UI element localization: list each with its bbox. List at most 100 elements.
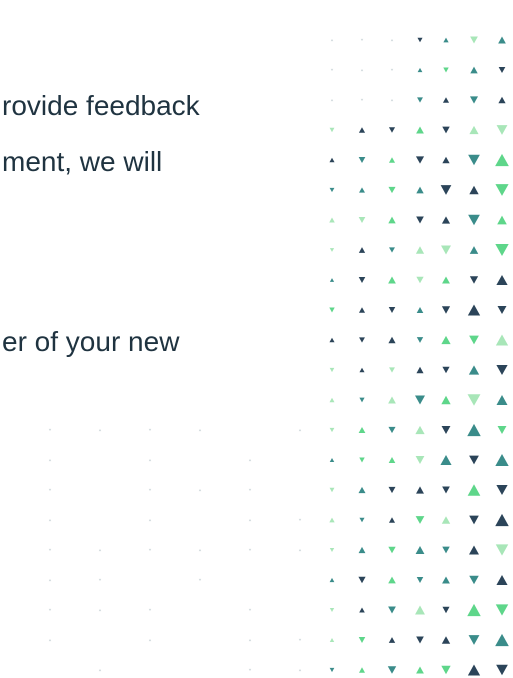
triangle-down-icon <box>417 37 423 43</box>
triangle-up-icon <box>416 486 424 494</box>
triangle-down-icon <box>441 306 451 314</box>
triangle-up-icon <box>98 428 102 432</box>
triangle-down-icon <box>358 637 366 643</box>
triangle-down-icon <box>441 426 451 434</box>
triangle-down-icon <box>358 156 366 164</box>
triangle-up-icon <box>329 337 335 343</box>
triangle-up-icon <box>469 545 479 555</box>
triangle-down-icon <box>495 544 509 556</box>
triangle-down-icon <box>440 185 452 195</box>
triangle-up-icon <box>358 486 366 494</box>
triangle-down-icon <box>358 277 366 283</box>
triangle-down-icon <box>467 394 481 406</box>
triangle-down-icon <box>48 548 52 552</box>
triangle-up-icon <box>415 546 425 554</box>
triangle-down-icon <box>441 665 451 675</box>
triangle-down-icon <box>329 307 335 313</box>
triangle-up-icon <box>48 578 52 582</box>
triangle-down-icon <box>443 67 449 73</box>
triangle-up-icon <box>469 185 479 195</box>
triangle-up-icon <box>329 457 335 463</box>
triangle-down-icon <box>388 307 396 313</box>
triangle-down-icon <box>442 366 450 374</box>
triangle-down-icon <box>468 635 480 645</box>
triangle-down-icon <box>389 247 395 253</box>
triangle-up-icon <box>48 518 52 522</box>
triangle-up-icon <box>467 603 481 617</box>
triangle-up-icon <box>329 157 335 163</box>
triangle-up-icon <box>358 307 366 313</box>
triangle-up-icon <box>467 484 481 496</box>
triangle-down-icon <box>48 428 52 432</box>
triangle-down-icon <box>469 335 479 345</box>
triangle-down-icon <box>360 98 364 102</box>
triangle-up-icon <box>148 638 152 642</box>
triangle-up-icon <box>388 216 396 224</box>
triangle-down-icon <box>415 156 425 164</box>
triangle-up-icon <box>198 488 202 492</box>
triangle-up-icon <box>498 96 506 104</box>
triangle-down-icon <box>48 488 52 492</box>
triangle-down-icon <box>198 578 202 582</box>
triangle-down-icon <box>442 606 450 614</box>
triangle-down-icon <box>442 126 450 134</box>
triangle-up-icon <box>496 274 508 286</box>
triangle-down-icon <box>359 457 365 463</box>
triangle-dot-pattern <box>48 36 509 676</box>
triangle-down-icon <box>48 608 52 612</box>
triangle-down-icon <box>388 426 396 434</box>
triangle-up-icon <box>329 517 335 523</box>
triangle-down-icon <box>148 608 152 612</box>
triangle-up-icon <box>248 638 252 642</box>
triangle-down-icon <box>148 488 152 492</box>
triangle-down-icon <box>441 245 451 255</box>
triangle-up-icon <box>298 668 302 672</box>
triangle-up-icon <box>329 278 335 282</box>
triangle-down-icon <box>329 608 335 612</box>
triangle-up-icon <box>441 335 451 345</box>
triangle-down-icon <box>98 578 102 582</box>
triangle-down-icon <box>298 638 302 642</box>
triangle-up-icon <box>360 68 364 72</box>
triangle-down-icon <box>248 548 252 552</box>
triangle-up-icon <box>496 574 508 586</box>
triangle-down-icon <box>329 548 335 552</box>
triangle-down-icon <box>416 636 424 644</box>
triangle-down-icon <box>414 395 426 405</box>
triangle-up-icon <box>467 304 481 316</box>
triangle-down-icon <box>496 484 508 496</box>
triangle-down-icon <box>329 127 335 133</box>
triangle-up-icon <box>416 186 424 194</box>
triangle-down-icon <box>359 517 365 523</box>
triangle-down-icon <box>417 97 423 103</box>
triangle-up-icon <box>495 513 509 527</box>
triangle-up-icon <box>98 608 102 612</box>
triangle-down-icon <box>469 575 479 585</box>
triangle-down-icon <box>468 154 480 166</box>
triangle-up-icon <box>470 66 478 74</box>
triangle-down-icon <box>496 664 508 676</box>
triangle-down-icon <box>387 666 397 674</box>
triangle-down-icon <box>497 425 507 435</box>
triangle-up-icon <box>443 37 449 43</box>
triangle-up-icon <box>48 638 52 642</box>
triangle-down-icon <box>248 608 252 612</box>
triangle-up-icon <box>416 126 424 134</box>
triangle-down-icon <box>329 487 335 493</box>
triangle-down-icon <box>330 68 334 72</box>
triangle-down-icon <box>469 276 479 284</box>
triangle-down-icon <box>360 38 364 42</box>
triangle-down-icon <box>469 96 479 104</box>
triangle-down-icon <box>496 125 508 135</box>
triangle-up-icon <box>148 458 152 462</box>
triangle-up-icon <box>248 518 252 522</box>
triangle-up-icon <box>388 576 396 584</box>
triangle-up-icon <box>298 548 302 552</box>
triangle-up-icon <box>358 426 366 434</box>
triangle-down-icon <box>498 66 506 74</box>
triangle-up-icon <box>498 36 506 44</box>
triangle-down-icon <box>497 305 507 315</box>
triangle-down-icon <box>388 546 396 554</box>
triangle-up-icon <box>48 458 52 462</box>
triangle-up-icon <box>329 397 335 403</box>
